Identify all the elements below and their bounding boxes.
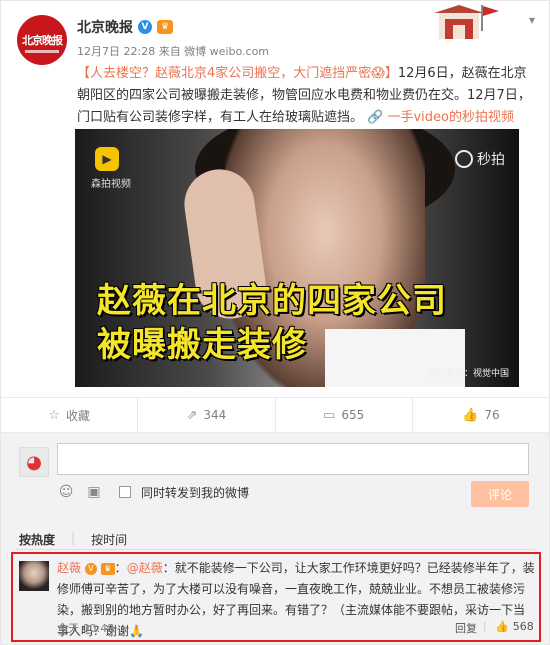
tab-sort-time[interactable]: 按时间: [91, 531, 127, 548]
like-count: 76: [484, 408, 500, 422]
repost-checkbox-label: 同时转发到我的微博: [141, 485, 250, 500]
repost-icon: ⇗: [186, 407, 198, 423]
comment-count: 655: [341, 408, 365, 422]
video-link[interactable]: 🔗 一手video的秒拍视频: [367, 110, 514, 125]
commenter-name[interactable]: 赵薇: [57, 561, 81, 575]
link-icon: 🔗: [367, 110, 384, 125]
video-caption-line-1: 赵薇在北京的四家公司: [97, 281, 447, 321]
image-icon[interactable]: ▣: [85, 483, 103, 501]
avatar-logo-text: 北京晚报: [22, 34, 63, 47]
author-name[interactable]: 北京晚报: [77, 17, 133, 37]
thumbs-up-icon: 👍: [495, 620, 509, 633]
post-text: 【人去楼空？赵薇北京4家公司搬空，大门遮挡严密😱】12月6日，赵薇在北京朝阳区的…: [77, 63, 537, 129]
commenter-avatar[interactable]: [19, 561, 49, 591]
thumbs-up-icon: 👍: [462, 407, 479, 423]
video-link-label: 一手video的秒拍视频: [387, 110, 514, 125]
repost-button[interactable]: ⇗ 344: [138, 398, 276, 432]
comment-time: 今天 00:48: [57, 622, 115, 635]
great-wall-decoration-icon: [434, 5, 499, 39]
author-line: 北京晚报 V ♛: [77, 17, 173, 37]
post-topic[interactable]: 【人去楼空？赵薇北京4家公司搬空，大门遮挡严密😱】: [77, 66, 398, 81]
repost-checkbox[interactable]: [119, 486, 131, 498]
action-bar: ☆ 收藏 ⇗ 344 ▭ 655 👍 76: [1, 397, 549, 433]
sort-divider: |: [71, 531, 76, 545]
comment-mention[interactable]: @赵薇: [127, 561, 163, 575]
post-meta: 12月7日 22:28 来自 微博 weibo.com: [77, 45, 270, 58]
miaopai-brand: 秒拍: [455, 149, 505, 169]
action-divider: |: [483, 620, 487, 633]
divider: [15, 549, 535, 550]
my-avatar[interactable]: ◕: [19, 447, 49, 477]
favorite-label: 收藏: [65, 408, 90, 423]
avatar-logo-stripe: [25, 50, 59, 53]
comment-sort-tabs: 按热度 | 按时间: [19, 531, 127, 548]
miaopai-brand-text: 秒拍: [477, 152, 505, 168]
comment-tools: ☺ ▣ 同时转发到我的微博: [57, 483, 249, 501]
vip-crown-icon: ♛: [100, 562, 115, 575]
video-caption-line-2: 被曝搬走装修: [97, 325, 307, 365]
comment-like-button[interactable]: 👍 568: [495, 620, 534, 633]
favorite-button[interactable]: ☆ 收藏: [1, 398, 139, 432]
miaopai-logo-icon: [455, 150, 473, 168]
comment-icon: ▭: [323, 407, 336, 423]
repost-count: 344: [203, 408, 227, 422]
comment-like-count: 568: [512, 620, 534, 633]
submit-comment-button[interactable]: 评论: [471, 481, 529, 507]
source-logo-text: 森拍视频: [91, 179, 131, 190]
reply-button[interactable]: 回复: [455, 620, 477, 636]
video-player[interactable]: ▶ 森拍视频 秒拍 赵薇在北京的四家公司 被曝搬走装修 图片来源：视觉中国: [75, 129, 519, 387]
tab-sort-hot[interactable]: 按热度: [19, 531, 55, 548]
comment-input[interactable]: [57, 443, 529, 475]
star-icon: ☆: [48, 407, 60, 423]
video-caption: 赵薇在北京的四家公司 被曝搬走装修: [97, 279, 447, 367]
author-avatar[interactable]: 北京晚报: [17, 15, 67, 65]
image-credit: 图片来源：视觉中国: [427, 369, 509, 379]
comment-button[interactable]: ▭ 655: [276, 398, 413, 432]
play-logo-icon: ▶: [95, 147, 119, 171]
vip-crown-icon: ♛: [157, 20, 173, 34]
verified-badge-icon: V: [84, 562, 97, 575]
verified-badge-icon: V: [138, 20, 152, 34]
weibo-post-card: 北京晚报 北京晚报 V ♛ 12月7日 22:28 来自 微博 weibo.co…: [0, 0, 550, 645]
chevron-down-icon[interactable]: ▾: [529, 13, 535, 27]
like-button[interactable]: 👍 76: [413, 398, 549, 432]
emoji-icon[interactable]: ☺: [57, 483, 75, 501]
